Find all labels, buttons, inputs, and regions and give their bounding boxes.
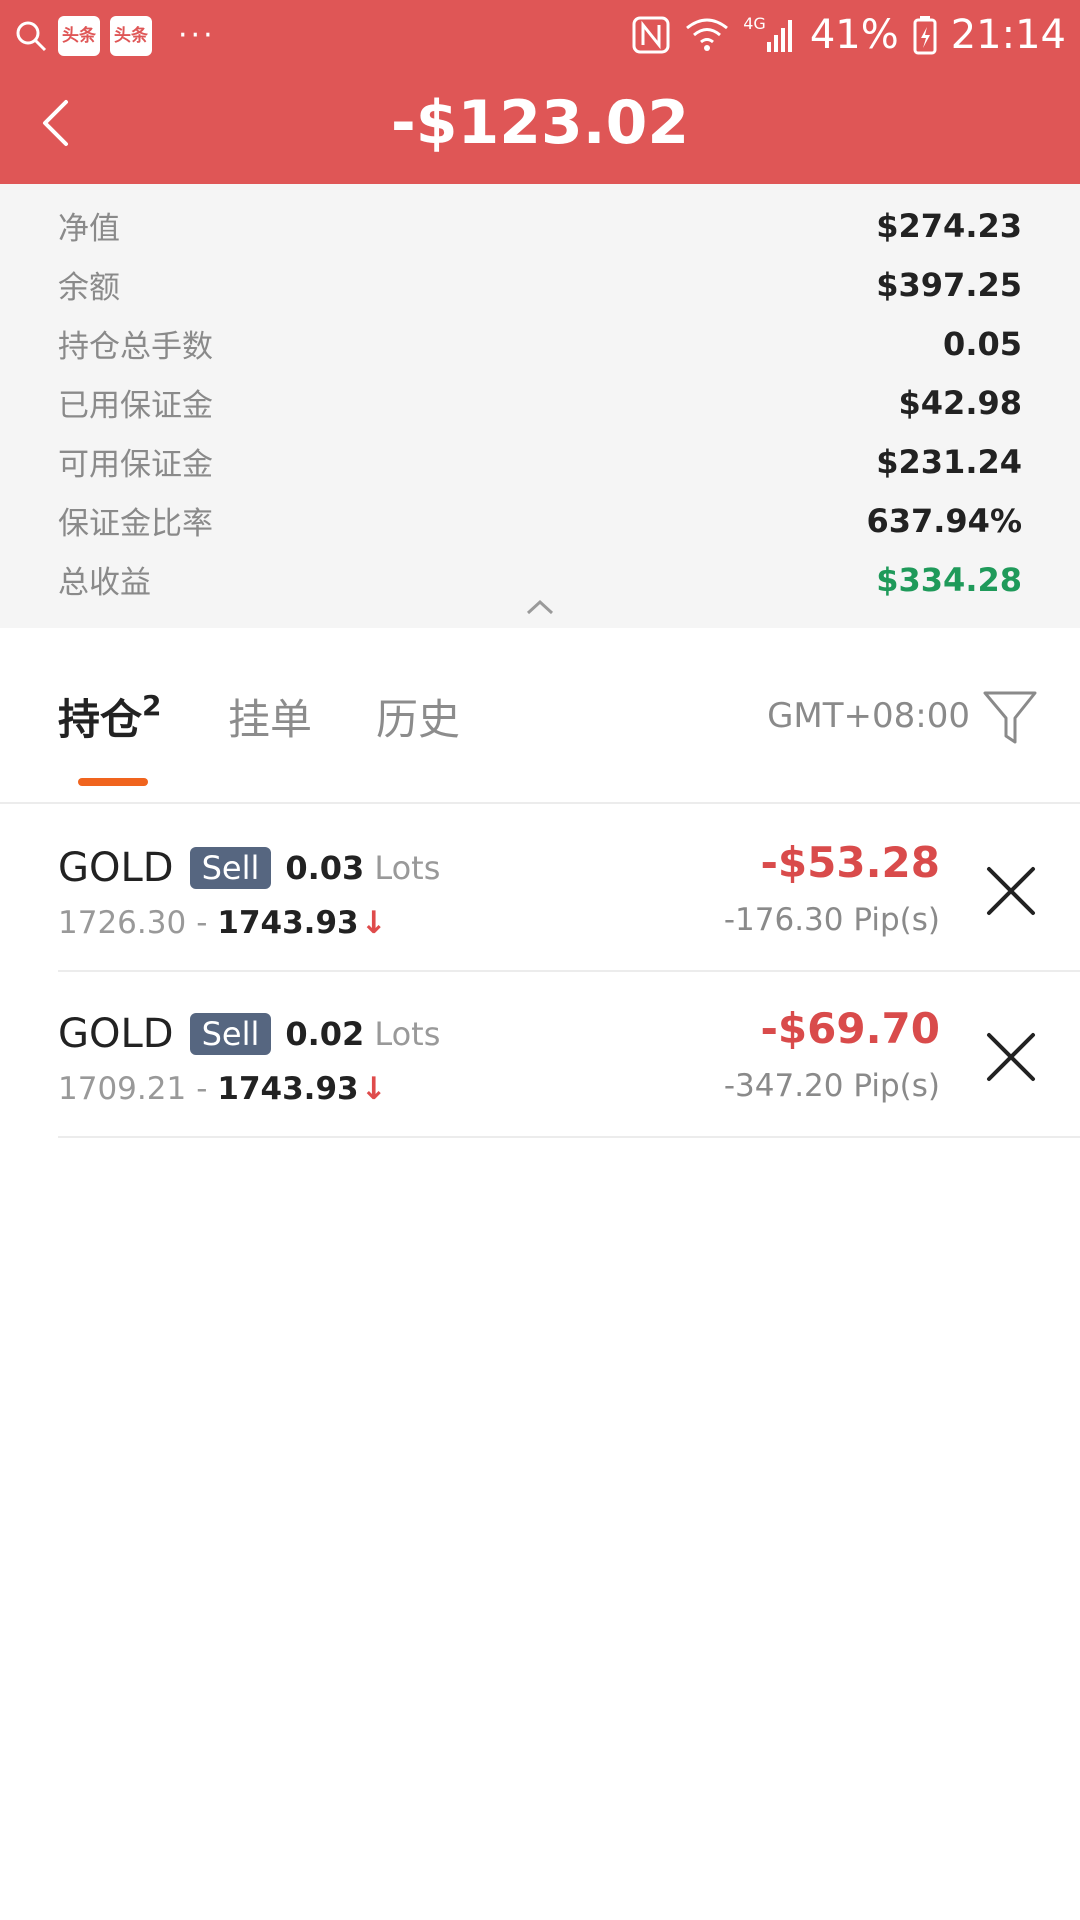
summary-row-equity: 净值 $274.23 [58,196,1022,255]
status-bar: 头条 头条 ··· 4G 41% 21:14 [0,0,1080,72]
summary-label: 净值 [58,211,120,247]
tab-bar: 持仓2 挂单 历史 GMT+08:00 [0,628,1080,804]
position-header: GOLD Sell 0.02 Lots [58,1008,440,1060]
tab-label: 挂单 [228,695,313,744]
summary-row-balance: 余额 $397.25 [58,255,1022,314]
status-right: 4G 41% 21:14 [617,10,1066,60]
close-icon [987,1033,1035,1081]
summary-value: $42.98 [898,383,1022,422]
summary-row-margin-level: 保证金比率 637.94% [58,491,1022,550]
tab-count-badge: 2 [142,689,162,722]
summary-value: $274.23 [876,206,1022,245]
side-badge: Sell [189,847,272,889]
tab-label: 持仓 [58,695,143,744]
collapse-summary-button[interactable] [518,592,562,622]
header-bar: 头条 头条 ··· 4G 41% 21:14 -$123.02 [0,0,1080,184]
close-icon [987,867,1035,915]
more-notifications-icon: ··· [178,18,216,53]
open-price: 1709.21 [58,1071,187,1107]
position-pips: -176.30 Pip(s) [723,902,940,938]
summary-row-free-margin: 可用保证金 $231.24 [58,432,1022,491]
total-pnl-title: -$123.02 [390,88,690,158]
position-lots: 0.03 [285,849,365,887]
position-header: GOLD Sell 0.03 Lots [58,842,440,894]
position-symbol: GOLD [58,845,174,891]
summary-value: $334.28 [876,560,1022,599]
open-price: 1726.30 [58,905,187,941]
timezone-label[interactable]: GMT+08:00 [767,696,970,736]
summary-label: 持仓总手数 [58,329,213,365]
signal-icon [766,20,792,52]
active-tab-indicator [78,778,148,786]
summary-value: 0.05 [943,324,1022,363]
wifi-icon [686,18,729,51]
chevron-up-icon [526,599,554,615]
position-symbol: GOLD [58,1011,174,1057]
summary-label: 可用保证金 [58,447,213,483]
current-price: 1743.93 [217,1071,359,1107]
price-separator: - [196,905,208,941]
tab-history[interactable]: 历史 [376,686,460,747]
side-badge: Sell [189,1013,272,1055]
summary-value: $231.24 [876,442,1022,481]
battery-icon [913,16,937,55]
summary-value: 637.94% [866,501,1022,540]
summary-label: 总收益 [58,565,151,601]
battery-percent: 41% [809,12,899,58]
position-row[interactable]: GOLD Sell 0.03 Lots 1726.30 - 1743.93 ↓ … [0,806,1080,972]
position-row[interactable]: GOLD Sell 0.02 Lots 1709.21 - 1743.93 ↓ … [0,972,1080,1138]
position-lots: 0.02 [285,1015,365,1053]
position-pnl: -$69.70 [760,1004,940,1053]
tab-pending-orders[interactable]: 挂单 [228,686,312,747]
lots-unit: Lots [374,1015,441,1053]
network-type: 4G [743,13,766,33]
account-summary: 净值 $274.23 余额 $397.25 持仓总手数 0.05 已用保证金 $… [0,184,1080,628]
down-arrow-icon: ↓ [360,1071,387,1107]
position-pips: -347.20 Pip(s) [723,1068,940,1104]
summary-label: 保证金比率 [58,506,213,542]
current-price: 1743.93 [217,905,359,941]
search-icon [16,21,47,52]
clock: 21:14 [950,12,1066,58]
position-pnl: -$53.28 [760,838,940,887]
tab-positions[interactable]: 持仓2 [58,686,162,747]
down-arrow-icon: ↓ [360,905,387,941]
summary-value: $397.25 [876,265,1022,304]
toutiao-app-icon: 头条 [110,16,152,56]
toutiao-app-icon: 头条 [58,16,100,56]
summary-row-total-lots: 持仓总手数 0.05 [58,314,1022,373]
position-prices: 1709.21 - 1743.93 ↓ [58,1068,387,1110]
position-prices: 1726.30 - 1743.93 ↓ [58,902,387,944]
tab-label: 历史 [376,695,461,744]
summary-label: 余额 [58,270,120,306]
status-left: 头条 头条 ··· [14,14,216,58]
lots-unit: Lots [374,849,441,887]
filter-button[interactable] [982,688,1038,752]
filter-icon [983,691,1037,744]
close-position-button[interactable] [984,864,1038,918]
summary-label: 已用保证金 [58,388,213,424]
nfc-icon [632,16,670,54]
row-divider [58,1136,1080,1138]
close-position-button[interactable] [984,1030,1038,1084]
price-separator: - [196,1071,208,1107]
summary-row-used-margin: 已用保证金 $42.98 [58,373,1022,432]
